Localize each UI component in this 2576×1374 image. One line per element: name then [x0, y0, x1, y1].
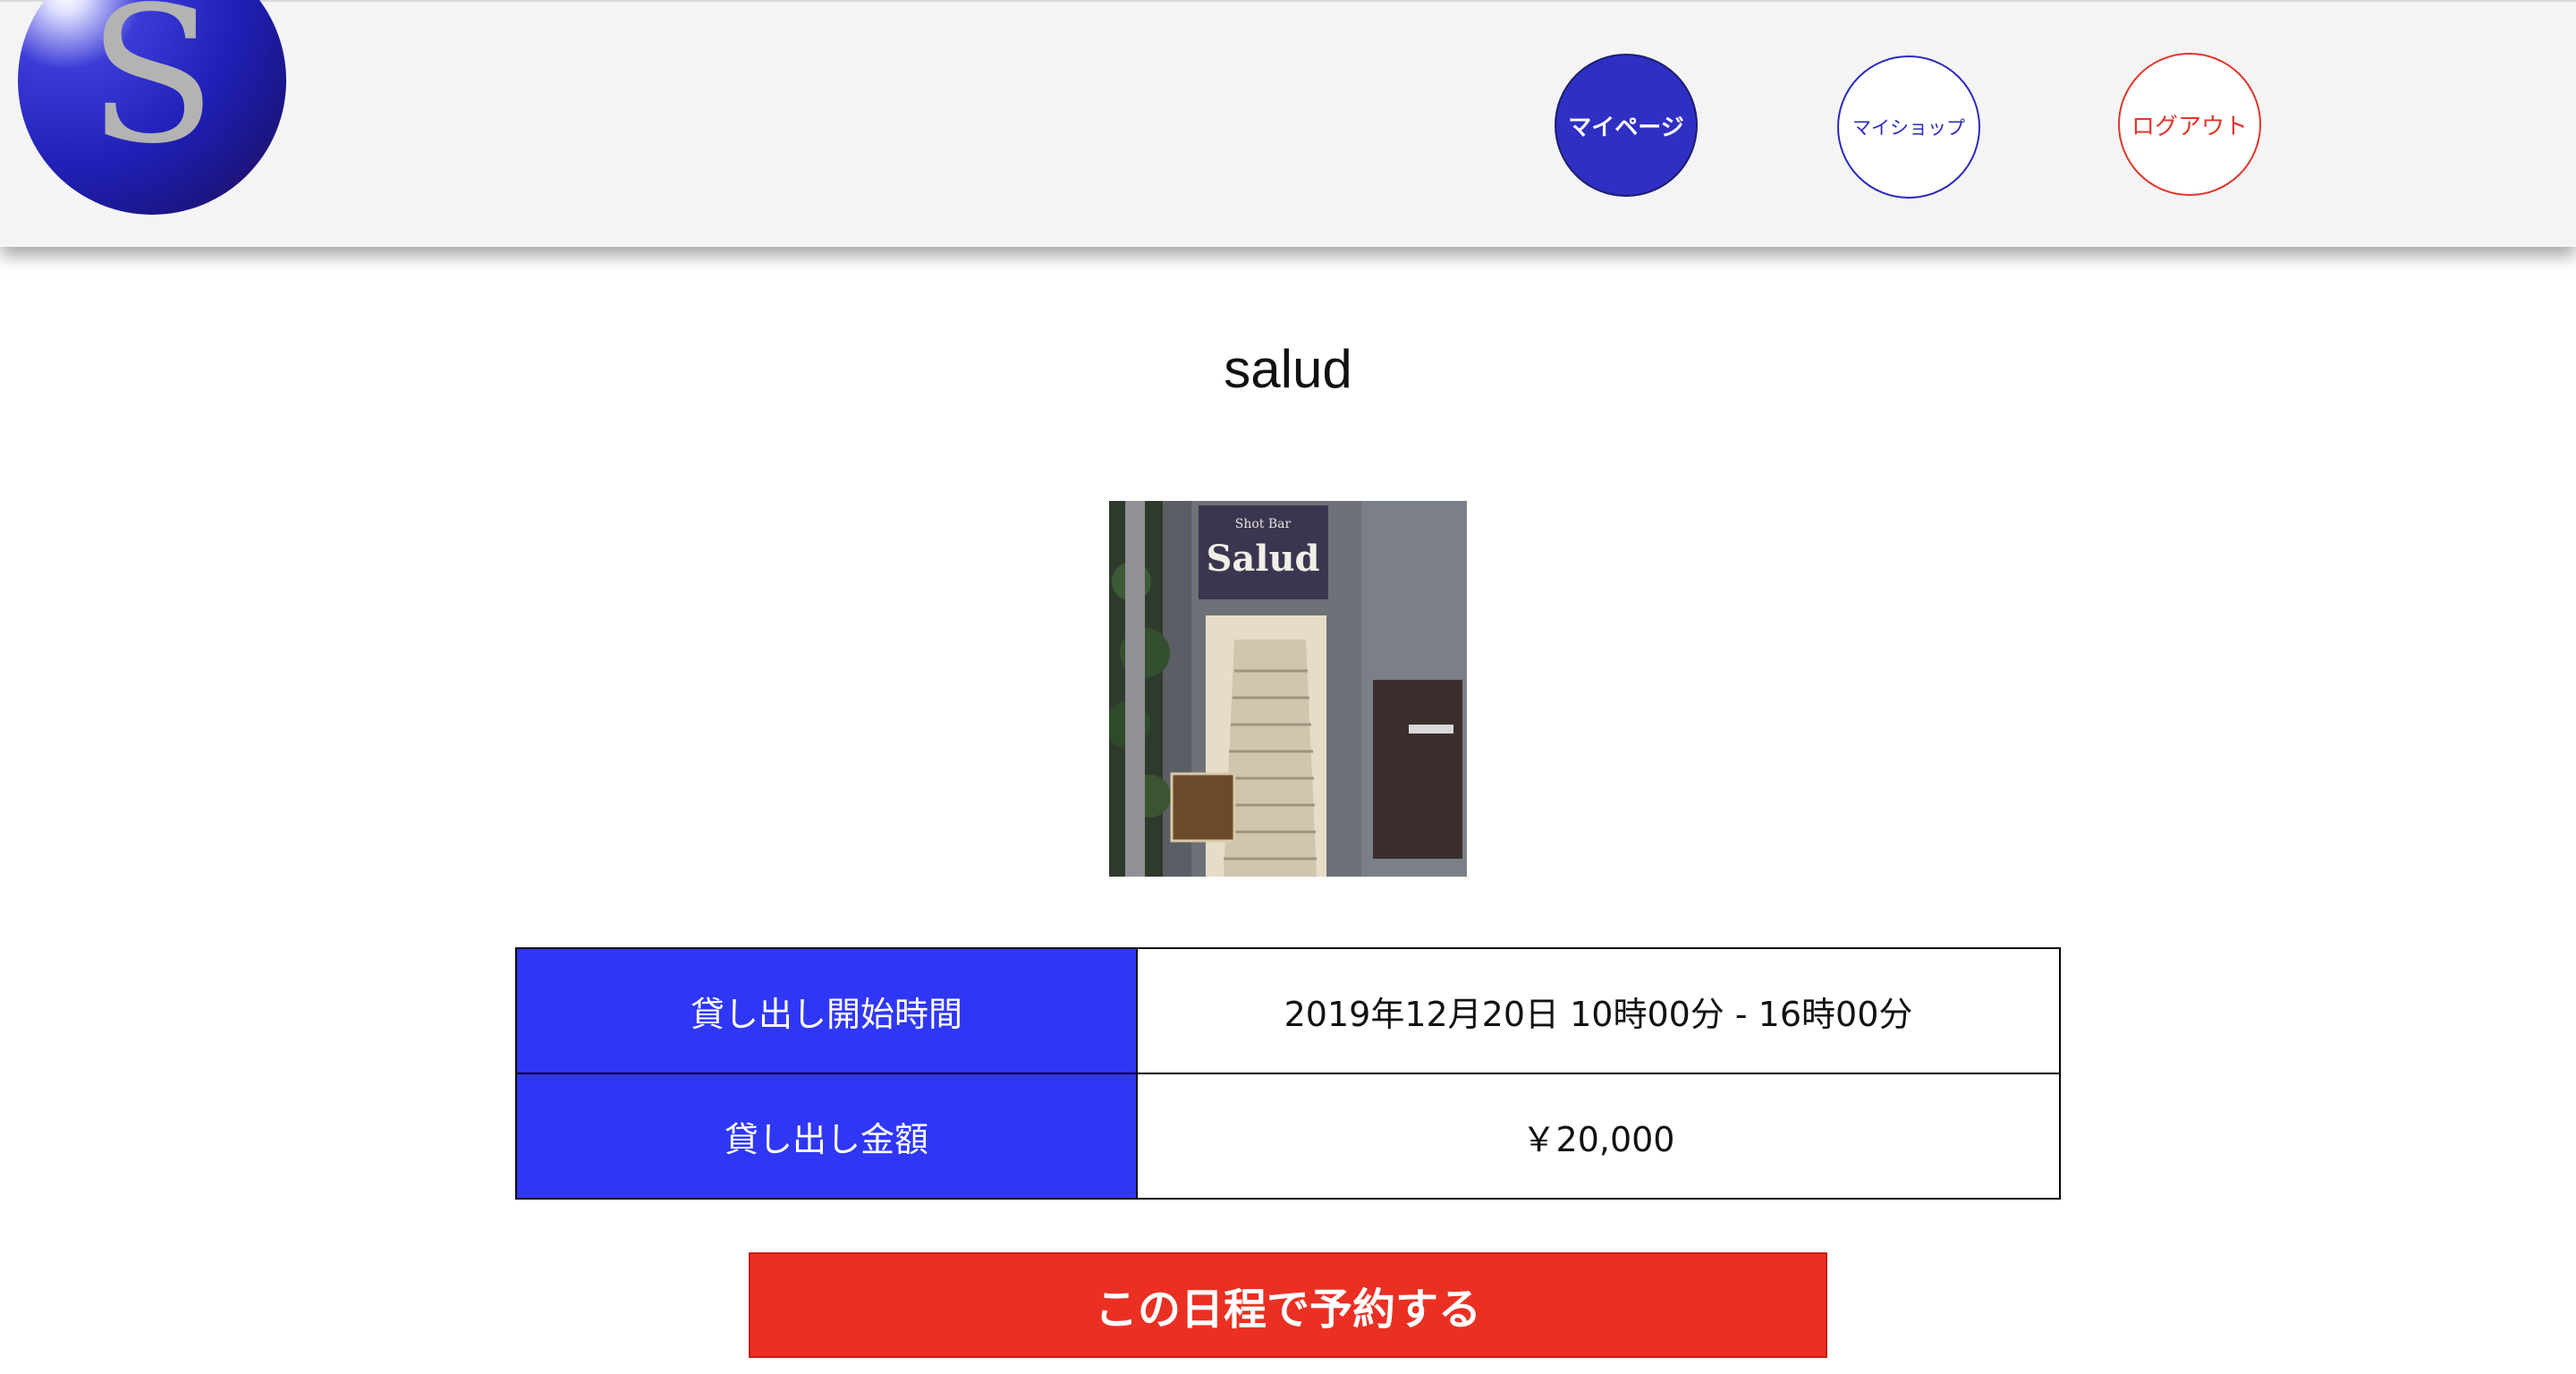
photo-sign-name: Salud — [1206, 538, 1319, 580]
logo-letter: S — [88, 0, 216, 185]
photo-sign-small: Shot Bar — [1235, 517, 1292, 531]
reserve-button[interactable]: この日程で予約する — [749, 1252, 1827, 1358]
table-row: 貸し出し金額 ￥20,000 — [515, 1073, 2061, 1200]
myshop-button[interactable]: マイショップ — [1837, 55, 1980, 199]
site-header: S マイページ マイショップ ログアウト — [0, 0, 2576, 247]
rental-fee-label: 貸し出し金額 — [515, 1073, 1138, 1200]
mypage-button[interactable]: マイページ — [1555, 54, 1698, 197]
rental-start-time-value: 2019年12月20日 10時00分 - 16時00分 — [1136, 947, 2061, 1074]
rental-fee-value: ￥20,000 — [1136, 1073, 2061, 1200]
reservation-details-table: 貸し出し開始時間 2019年12月20日 10時00分 - 16時00分 貸し出… — [515, 947, 2061, 1200]
table-row: 貸し出し開始時間 2019年12月20日 10時00分 - 16時00分 — [515, 947, 2061, 1074]
logout-button[interactable]: ログアウト — [2118, 53, 2261, 196]
page: S マイページ マイショップ ログアウト salud Shot Bar Salu… — [0, 0, 2576, 1374]
site-logo[interactable]: S — [18, 0, 286, 215]
rental-start-time-label: 貸し出し開始時間 — [515, 947, 1138, 1074]
shop-title: salud — [1224, 339, 1352, 399]
shop-photo: Shot Bar Salud — [1109, 501, 1467, 877]
